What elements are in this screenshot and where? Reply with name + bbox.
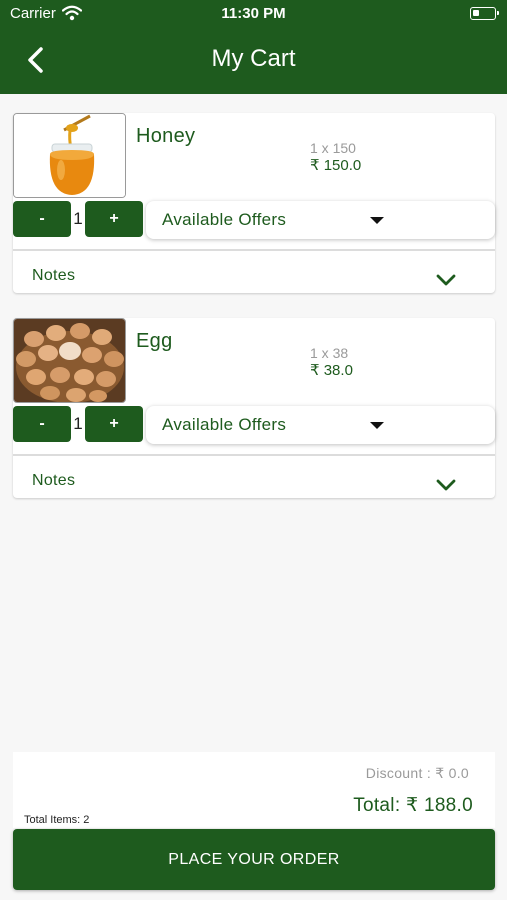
- status-bar: Carrier 11:30 PM: [0, 0, 507, 28]
- quantity-times-price: 1 x 38: [310, 345, 349, 361]
- egg-basket-icon: [13, 318, 126, 403]
- place-order-button[interactable]: PLACE YOUR ORDER: [13, 829, 495, 890]
- dropdown-caret-icon: [370, 422, 384, 429]
- increase-quantity-button[interactable]: +: [85, 201, 143, 237]
- available-offers-label: Available Offers: [162, 210, 287, 229]
- chevron-down-icon: [436, 274, 456, 286]
- status-time: 11:30 PM: [221, 5, 286, 22]
- notes-label: Notes: [32, 472, 76, 489]
- decrease-quantity-button[interactable]: -: [13, 406, 71, 442]
- available-offers-dropdown[interactable]: Available Offers: [146, 201, 495, 239]
- dropdown-caret-icon: [370, 217, 384, 224]
- notes-toggle[interactable]: Notes: [13, 252, 495, 294]
- product-name: Egg: [136, 330, 173, 352]
- chevron-down-icon: [436, 479, 456, 491]
- total-items-count: Total Items: 2: [24, 814, 90, 826]
- order-summary: Discount : ₹ 0.0 Total: ₹ 188.0 Total It…: [13, 752, 495, 828]
- honey-jar-icon: [13, 113, 126, 198]
- cart-item-egg: Egg 1 x 38 ₹ 38.0 - 1 + Available Offers…: [13, 318, 495, 498]
- quantity-value: 1: [73, 209, 83, 228]
- discount-amount: Discount : ₹ 0.0: [365, 765, 469, 781]
- available-offers-label: Available Offers: [162, 415, 287, 434]
- product-name: Honey: [136, 125, 196, 147]
- page-title: My Cart: [211, 45, 296, 72]
- order-total: Total: ₹ 188.0: [353, 795, 473, 816]
- notes-toggle[interactable]: Notes: [13, 457, 495, 499]
- divider: [13, 249, 495, 251]
- battery-icon: [470, 7, 499, 20]
- decrease-quantity-button[interactable]: -: [13, 201, 71, 237]
- app-header: Carrier 11:30 PM My Cart: [0, 0, 507, 94]
- cart-item-honey: Honey 1 x 150 ₹ 150.0 - 1 + Available Of…: [13, 113, 495, 293]
- line-price: ₹ 150.0: [310, 157, 362, 174]
- available-offers-dropdown[interactable]: Available Offers: [146, 406, 495, 444]
- increase-quantity-button[interactable]: +: [85, 406, 143, 442]
- quantity-times-price: 1 x 150: [310, 140, 356, 156]
- divider: [13, 454, 495, 456]
- quantity-value: 1: [73, 414, 83, 433]
- notes-label: Notes: [32, 267, 76, 284]
- line-price: ₹ 38.0: [310, 362, 353, 379]
